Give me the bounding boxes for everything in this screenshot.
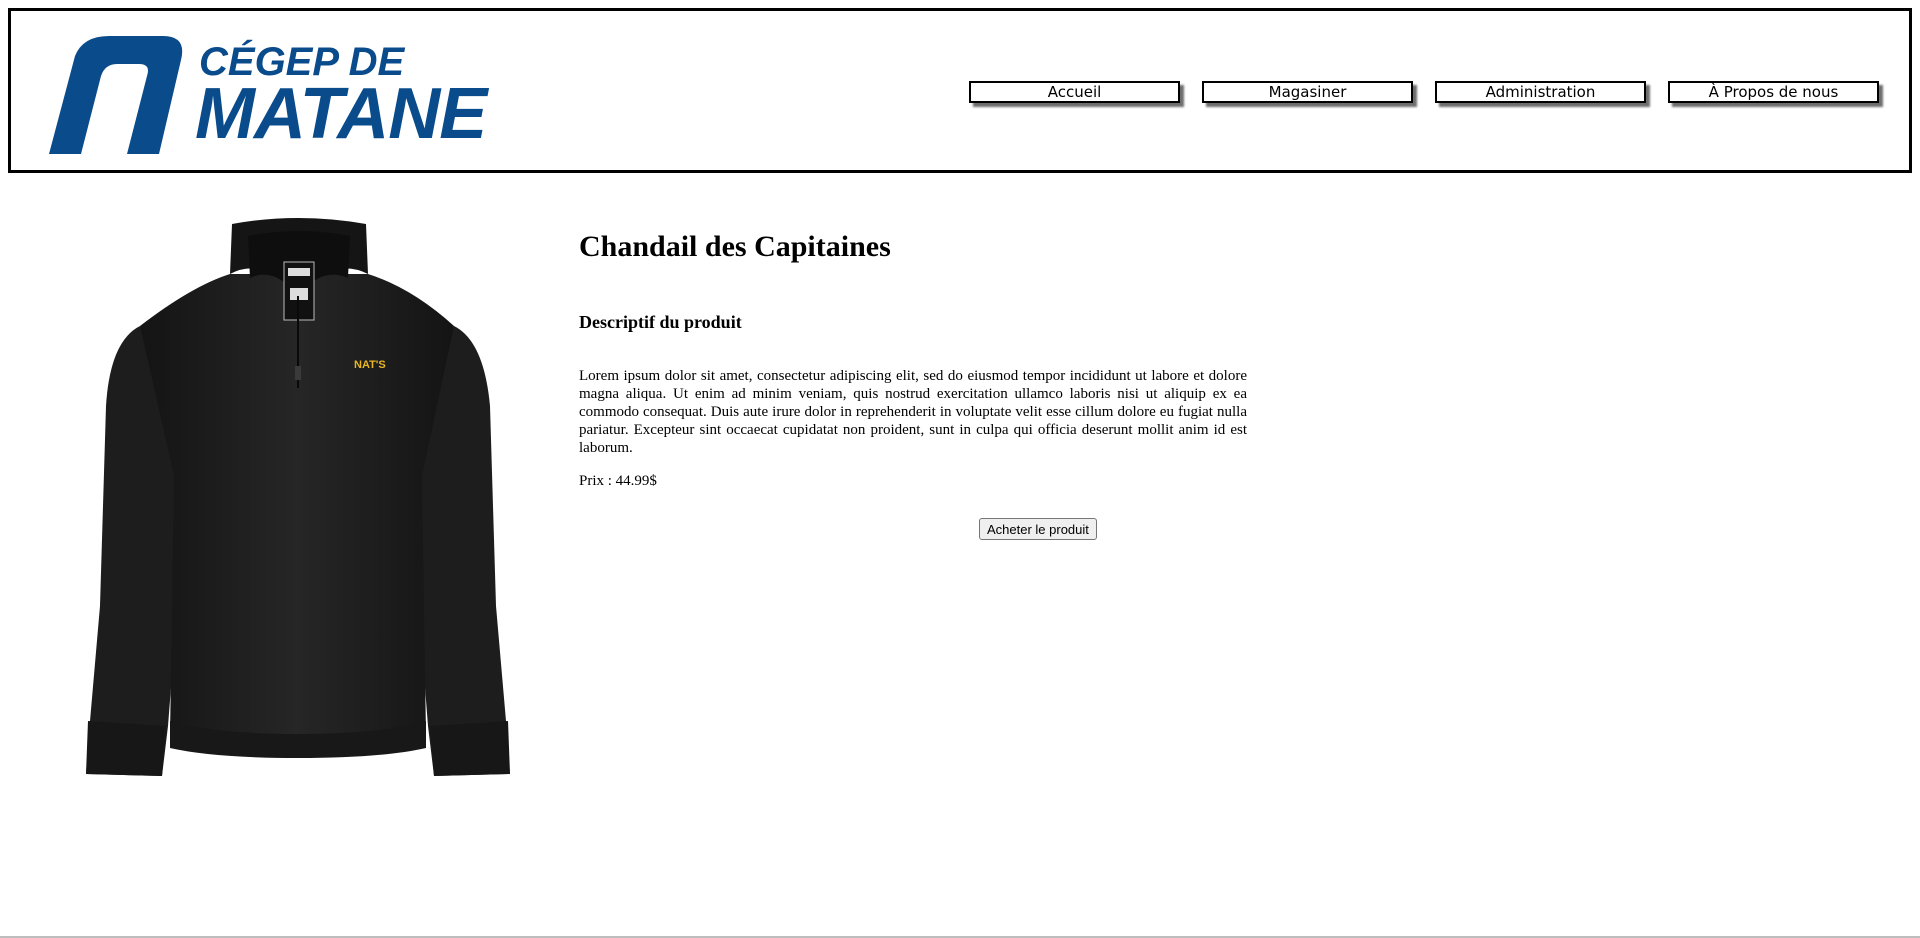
product-title: Chandail des Capitaines [579, 230, 891, 263]
site-header: CÉGEP DE MATANE Accueil Magasiner Admini… [8, 8, 1912, 173]
product-image: NAT'S [82, 216, 514, 778]
cegep-matane-logo[interactable]: CÉGEP DE MATANE [31, 28, 487, 163]
nav-accueil-button[interactable]: Accueil [969, 81, 1180, 103]
logo-mark-icon [49, 36, 183, 154]
nav-a-propos-button[interactable]: À Propos de nous [1668, 81, 1879, 103]
logo-line2: MATANE [195, 74, 487, 154]
product-price: Prix : 44.99$ [579, 473, 657, 489]
description-heading: Descriptif du produit [579, 312, 742, 332]
nav-administration-button[interactable]: Administration [1435, 81, 1646, 103]
chest-logo-text: NAT'S [354, 359, 386, 371]
nav-magasiner-button[interactable]: Magasiner [1202, 81, 1413, 103]
buy-product-button[interactable]: Acheter le produit [979, 518, 1097, 540]
sweater-icon: NAT'S [86, 218, 510, 776]
product-description: Lorem ipsum dolor sit amet, consectetur … [579, 368, 1247, 456]
